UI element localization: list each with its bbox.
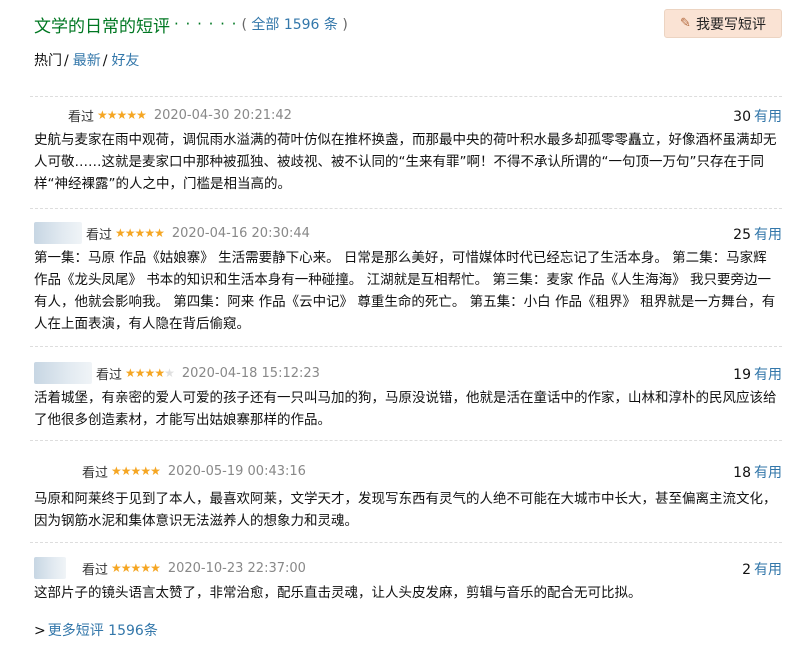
- star-filled-icon: ★: [120, 561, 132, 575]
- more-comments-link[interactable]: 更多短评 1596条: [48, 623, 158, 639]
- comment-item: 看过 ★★★★★ 2020-04-30 20:21:42 30 有用 史航与麦家在…: [34, 104, 782, 195]
- comments-header: 文学的日常的短评 · · · · · · ( 全部 1596 条 ): [34, 10, 348, 38]
- divider: [30, 96, 782, 97]
- divider: [30, 208, 782, 209]
- avatar[interactable]: [34, 222, 82, 244]
- useful-button[interactable]: 有用: [754, 367, 782, 383]
- star-filled-icon: ★: [111, 464, 122, 478]
- vote-number: 2: [742, 562, 751, 578]
- filter-separator: /: [64, 53, 69, 69]
- comment-meta: 看过 ★★★★★ 2020-04-18 15:12:23 19 有用: [34, 362, 782, 384]
- vote-number: 19: [733, 367, 751, 383]
- filter-separator: /: [102, 53, 108, 69]
- comment-time: 2020-10-23 22:37:00: [167, 560, 306, 576]
- useful-button[interactable]: 有用: [754, 227, 782, 243]
- filter-latest[interactable]: 最新: [73, 53, 101, 69]
- all-count-close: ): [337, 17, 348, 33]
- comment-text: 第一集：马原 作品《姑娘寨》 生活需要静下心来。 日常是那么美好，可惜媒体时代已…: [34, 250, 776, 332]
- star-filled-icon: ★: [140, 464, 151, 478]
- star-filled-icon: ★: [150, 561, 161, 575]
- vote-number: 18: [733, 465, 751, 481]
- vote-count: 2 有用: [742, 559, 782, 579]
- comment-text: 马原和阿莱终于见到了本人，最喜欢阿莱，文学天才，发现写东西有灵气的人绝不可能在大…: [34, 491, 777, 529]
- vote-count: 30 有用: [733, 106, 782, 126]
- avatar[interactable]: [34, 362, 92, 384]
- star-filled-icon: ★: [136, 108, 147, 122]
- vote-number: 25: [733, 227, 751, 243]
- star-empty-icon: ★: [164, 366, 175, 380]
- pencil-icon: ✎: [680, 16, 691, 31]
- comment-text: 史航与麦家在雨中观荷，调侃雨水溢满的荷叶仿似在推杯换盏，而那最中央的荷叶积水最多…: [34, 132, 777, 192]
- watched-label: 看过: [68, 109, 95, 125]
- vote-number: 30: [733, 109, 751, 125]
- star-filled-icon: ★: [126, 108, 137, 122]
- divider: [30, 440, 782, 441]
- comment-item: 看过 ★★★★★ 2020-04-18 15:12:23 19 有用 活着城堡，有…: [34, 362, 782, 431]
- comment-filter: 热门 / 最新 / 好友: [34, 50, 139, 70]
- comment-meta: 看过 ★★★★★ 2020-10-23 22:37:00 2 有用: [34, 557, 782, 579]
- useful-button[interactable]: 有用: [754, 465, 782, 481]
- all-count-open: (: [241, 17, 252, 33]
- star-filled-icon: ★: [134, 366, 146, 380]
- title-dots: · · · · · ·: [174, 15, 238, 33]
- star-filled-icon: ★: [144, 226, 155, 240]
- useful-button[interactable]: 有用: [754, 562, 782, 578]
- star-filled-icon: ★: [115, 226, 126, 240]
- star-filled-icon: ★: [130, 464, 142, 478]
- vote-count: 18 有用: [733, 462, 782, 482]
- more-arrow-icon: >: [34, 623, 46, 639]
- star-filled-icon: ★: [130, 561, 142, 575]
- watched-label: 看过: [82, 465, 109, 481]
- star-filled-icon: ★: [150, 464, 161, 478]
- write-comment-label: 我要写短评: [695, 16, 766, 33]
- comment-text: 活着城堡，有亲密的爱人可爱的孩子还有一只叫马加的狗，马原没说错，他就是活在童话中…: [34, 390, 777, 428]
- rating-stars: ★★★★★: [97, 108, 147, 122]
- rating-stars: ★★★★★: [115, 226, 165, 240]
- star-filled-icon: ★: [154, 226, 165, 240]
- vote-count: 25 有用: [733, 224, 782, 244]
- comment-meta: 看过 ★★★★★ 2020-05-19 00:43:16 18 有用: [34, 460, 782, 482]
- vote-count: 19 有用: [733, 364, 782, 384]
- all-count: ( 全部 1596 条 ): [241, 14, 347, 34]
- comment-meta: 看过 ★★★★★ 2020-04-30 20:21:42 30 有用: [34, 104, 782, 126]
- star-filled-icon: ★: [134, 226, 146, 240]
- watched-label: 看过: [96, 367, 123, 383]
- section-title: 文学的日常的短评: [34, 16, 170, 37]
- star-filled-icon: ★: [140, 561, 151, 575]
- filter-friends[interactable]: 好友: [111, 53, 139, 69]
- star-filled-icon: ★: [106, 108, 118, 122]
- comment-time: 2020-04-16 20:30:44: [171, 225, 310, 241]
- star-filled-icon: ★: [125, 366, 136, 380]
- comment-item: 看过 ★★★★★ 2020-05-19 00:43:16 18 有用 马原和阿莱终…: [34, 460, 782, 532]
- star-filled-icon: ★: [144, 366, 156, 380]
- star-filled-icon: ★: [97, 108, 108, 122]
- comment-time: 2020-04-18 15:12:23: [181, 365, 320, 381]
- write-comment-button[interactable]: ✎ 我要写短评: [664, 9, 782, 38]
- more-comments: > 更多短评 1596条: [34, 620, 158, 640]
- star-filled-icon: ★: [154, 366, 165, 380]
- divider: [30, 346, 782, 347]
- watched-label: 看过: [86, 227, 113, 243]
- watched-label: 看过: [82, 562, 109, 578]
- rating-stars: ★★★★★: [125, 366, 175, 380]
- rating-stars: ★★★★★: [111, 464, 161, 478]
- star-filled-icon: ★: [111, 561, 122, 575]
- comment-text: 这部片子的镜头语言太赞了，非常治愈，配乐直击灵魂，让人头皮发麻，剪辑与音乐的配合…: [34, 585, 642, 601]
- comment-time: 2020-04-30 20:21:42: [153, 107, 292, 123]
- comment-item: 看过 ★★★★★ 2020-10-23 22:37:00 2 有用 这部片子的镜头…: [34, 557, 782, 604]
- comment-item: 看过 ★★★★★ 2020-04-16 20:30:44 25 有用 第一集：马原…: [34, 222, 782, 335]
- comment-meta: 看过 ★★★★★ 2020-04-16 20:30:44 25 有用: [34, 222, 782, 244]
- avatar[interactable]: [34, 557, 66, 579]
- useful-button[interactable]: 有用: [754, 109, 782, 125]
- rating-stars: ★★★★★: [111, 561, 161, 575]
- filter-hot[interactable]: 热门: [34, 53, 62, 69]
- star-filled-icon: ★: [120, 464, 132, 478]
- divider: [30, 542, 782, 543]
- star-filled-icon: ★: [116, 108, 128, 122]
- all-comments-link[interactable]: 全部 1596 条: [251, 17, 338, 33]
- star-filled-icon: ★: [124, 226, 136, 240]
- comment-time: 2020-05-19 00:43:16: [167, 463, 306, 479]
